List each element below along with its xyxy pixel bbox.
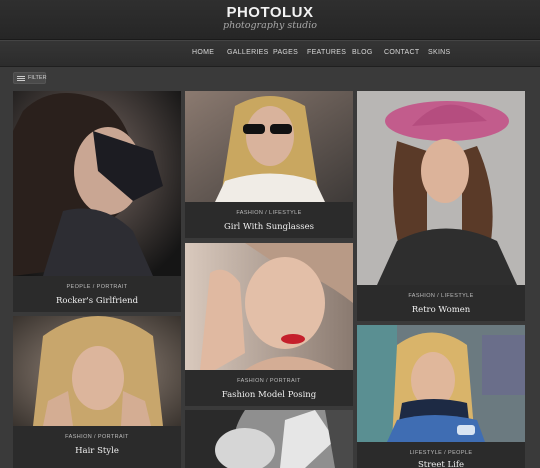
main-nav: HOME GALLERIES PAGES FEATURES BLOG CONTA…: [0, 40, 540, 67]
gallery-category: LIFESTYLE / PEOPLE: [409, 450, 473, 456]
nav-item-galleries[interactable]: GALLERIES: [227, 49, 269, 56]
gallery-title[interactable]: Rocker's Girlfriend: [13, 296, 181, 306]
gallery-title[interactable]: Girl With Sunglasses: [185, 222, 353, 232]
gallery-item-street-life[interactable]: LIFESTYLE / PEOPLE Street Life: [357, 325, 525, 468]
gallery-item-retro-women[interactable]: FASHION / LIFESTYLE Retro Women: [357, 91, 525, 321]
gallery-photo: [13, 91, 181, 276]
gallery-caption: FASHION / LIFESTYLE Retro Women: [357, 285, 525, 321]
filter-label: FILTER: [28, 75, 47, 81]
gallery-photo: [185, 91, 353, 202]
nav-item-contact[interactable]: CONTACT: [384, 49, 419, 56]
gallery-item-girl-with-sunglasses[interactable]: FASHION / LIFESTYLE Girl With Sunglasses: [185, 91, 353, 238]
gallery-caption: PEOPLE / PORTRAIT Rocker's Girlfriend: [13, 276, 181, 312]
gallery-photo: [357, 325, 525, 442]
gallery-photo: [185, 410, 353, 468]
gallery-category: FASHION / PORTRAIT: [65, 434, 129, 440]
gallery-caption: LIFESTYLE / PEOPLE Street Life: [357, 442, 525, 468]
gallery-category: PEOPLE / PORTRAIT: [66, 284, 128, 290]
gallery-item-hair-style[interactable]: FASHION / PORTRAIT Hair Style: [13, 316, 181, 468]
gallery-photo: [357, 91, 525, 285]
site-header: PHOTOLUX photography studio: [0, 0, 540, 40]
menu-icon: [17, 76, 25, 81]
gallery-category: FASHION / PORTRAIT: [237, 378, 301, 384]
gallery-item-fashion-model-posing[interactable]: FASHION / PORTRAIT Fashion Model Posing: [185, 243, 353, 406]
gallery-photo: [13, 316, 181, 426]
gallery-caption: FASHION / PORTRAIT Fashion Model Posing: [185, 370, 353, 406]
nav-item-home[interactable]: HOME: [192, 49, 214, 56]
nav-item-blog[interactable]: BLOG: [352, 49, 373, 56]
gallery-title[interactable]: Hair Style: [13, 446, 181, 456]
gallery-category: FASHION / LIFESTYLE: [408, 293, 474, 299]
nav-item-features[interactable]: FEATURES: [307, 49, 346, 56]
site-logo[interactable]: PHOTOLUX: [0, 4, 540, 21]
site-tagline: photography studio: [223, 20, 317, 31]
gallery-title[interactable]: Street Life: [357, 460, 525, 468]
gallery-caption: FASHION / LIFESTYLE Girl With Sunglasses: [185, 202, 353, 238]
filter-button[interactable]: FILTER: [13, 72, 47, 84]
gallery-title[interactable]: Fashion Model Posing: [185, 390, 353, 400]
nav-item-skins[interactable]: SKINS: [428, 49, 451, 56]
gallery-category: FASHION / LIFESTYLE: [236, 210, 302, 216]
gallery-title[interactable]: Retro Women: [357, 305, 525, 315]
gallery-item-bw-portrait[interactable]: [185, 410, 353, 468]
gallery-item-rockers-girlfriend[interactable]: PEOPLE / PORTRAIT Rocker's Girlfriend: [13, 91, 181, 312]
gallery-caption: FASHION / PORTRAIT Hair Style: [13, 426, 181, 468]
gallery-photo: [185, 243, 353, 370]
nav-item-pages[interactable]: PAGES: [273, 49, 298, 56]
